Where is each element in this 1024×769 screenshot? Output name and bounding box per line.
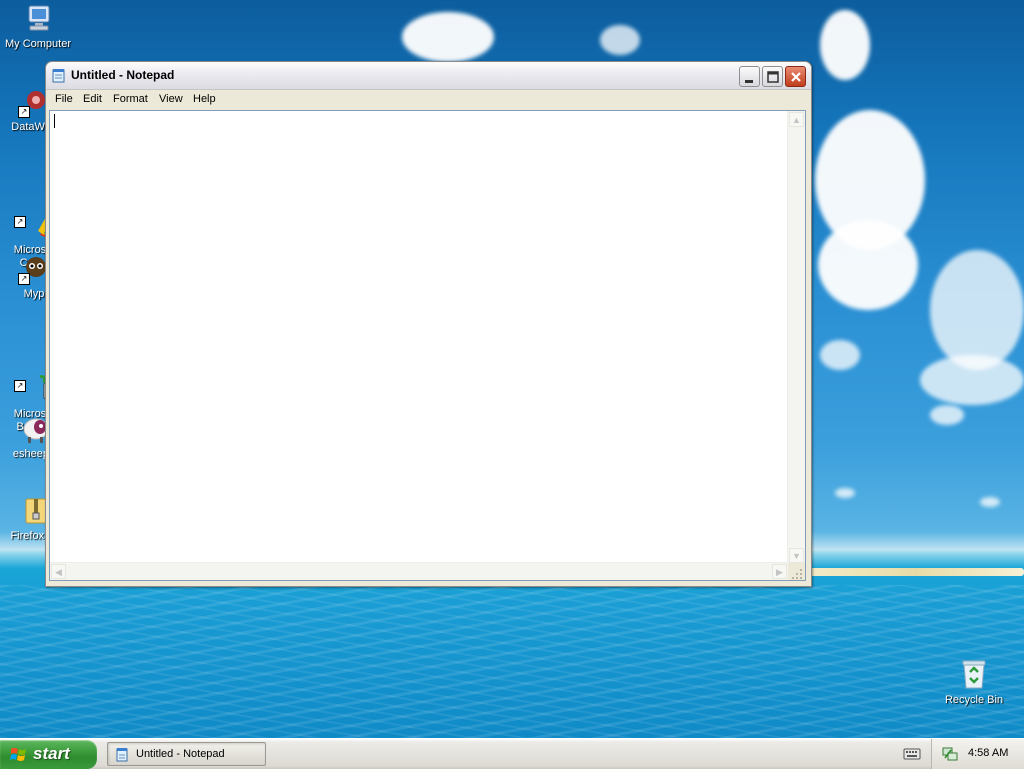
cloud bbox=[818, 220, 918, 310]
window-titlebar[interactable]: Untitled - Notepad bbox=[46, 62, 811, 90]
cloud bbox=[930, 250, 1024, 370]
recycle-bin-label: Recycle Bin bbox=[944, 694, 1004, 706]
scroll-left-icon[interactable]: ◀ bbox=[51, 564, 66, 579]
maximize-button[interactable] bbox=[762, 66, 783, 87]
menu-bar: File Edit Format View Help bbox=[49, 90, 808, 109]
close-icon bbox=[791, 72, 801, 82]
cloud bbox=[980, 497, 1000, 507]
shortcut-arrow-icon: ↗ bbox=[14, 380, 26, 392]
scroll-up-icon[interactable]: ▲ bbox=[789, 112, 804, 127]
menu-file[interactable]: File bbox=[55, 93, 73, 105]
cloud bbox=[820, 340, 860, 370]
cloud bbox=[820, 10, 870, 80]
system-tray: 4:58 AM bbox=[931, 739, 1024, 769]
recycle-bin-icon bbox=[958, 656, 990, 690]
horizontal-scrollbar[interactable]: ◀ ▶ bbox=[50, 562, 788, 580]
cloud bbox=[402, 12, 494, 62]
cloud bbox=[835, 488, 855, 498]
start-label: start bbox=[33, 744, 70, 763]
taskbar: start Untitled - Notepad 4:58 AM bbox=[0, 738, 1024, 769]
menu-help[interactable]: Help bbox=[193, 93, 216, 105]
shortcut-arrow-icon: ↗ bbox=[18, 273, 30, 285]
notepad-window[interactable]: Untitled - Notepad File Edit Format View… bbox=[45, 61, 812, 587]
vertical-scrollbar[interactable]: ▲ ▼ bbox=[787, 111, 805, 564]
text-caret bbox=[54, 114, 55, 128]
desktop-icon-my-computer[interactable]: My Computer bbox=[0, 3, 76, 51]
minimize-icon bbox=[745, 80, 753, 83]
visual-cpp-icon: ↗ bbox=[14, 196, 63, 239]
keyboard-icon[interactable] bbox=[903, 746, 921, 760]
desktop-icon-recycle-bin[interactable]: Recycle Bin bbox=[936, 656, 1012, 706]
text-editor-area[interactable]: ▲ ▼ ◀ ▶ bbox=[49, 110, 806, 581]
network-icon[interactable] bbox=[941, 746, 959, 762]
cloud bbox=[600, 25, 640, 55]
computer-icon bbox=[22, 3, 54, 35]
ocean bbox=[0, 585, 1024, 738]
menu-format[interactable]: Format bbox=[113, 93, 148, 105]
notepad-icon bbox=[116, 748, 128, 762]
taskbar-item-notepad[interactable]: Untitled - Notepad bbox=[107, 742, 266, 766]
clock: 4:58 AM bbox=[968, 747, 1009, 759]
cloud bbox=[930, 405, 964, 425]
start-button[interactable]: start bbox=[0, 740, 97, 769]
notepad-icon bbox=[52, 68, 66, 83]
close-button[interactable] bbox=[785, 66, 806, 87]
shortcut-arrow-icon: ↗ bbox=[14, 216, 26, 228]
maximize-icon bbox=[767, 71, 779, 83]
resize-grip-icon[interactable] bbox=[788, 563, 805, 580]
cloud bbox=[920, 355, 1024, 405]
desktop-icon-label: My Computer bbox=[4, 38, 72, 50]
windows-logo-icon bbox=[10, 748, 26, 761]
desktop-icon-label: Myp bbox=[23, 288, 45, 300]
taskbar-item-label: Untitled - Notepad bbox=[136, 748, 225, 760]
shortcut-arrow-icon: ↗ bbox=[18, 106, 30, 118]
window-title: Untitled - Notepad bbox=[71, 68, 175, 82]
scroll-down-icon[interactable]: ▼ bbox=[789, 548, 804, 563]
desktop: My Computer ↗ DataWag ↗ Microsoft C++ ↗ … bbox=[0, 0, 1024, 738]
minimize-button[interactable] bbox=[739, 66, 760, 87]
menu-view[interactable]: View bbox=[159, 93, 183, 105]
beach-sand bbox=[808, 568, 1024, 576]
scroll-right-icon[interactable]: ▶ bbox=[772, 564, 787, 579]
menu-edit[interactable]: Edit bbox=[83, 93, 102, 105]
visual-basic-icon: ↗ bbox=[14, 360, 63, 400]
